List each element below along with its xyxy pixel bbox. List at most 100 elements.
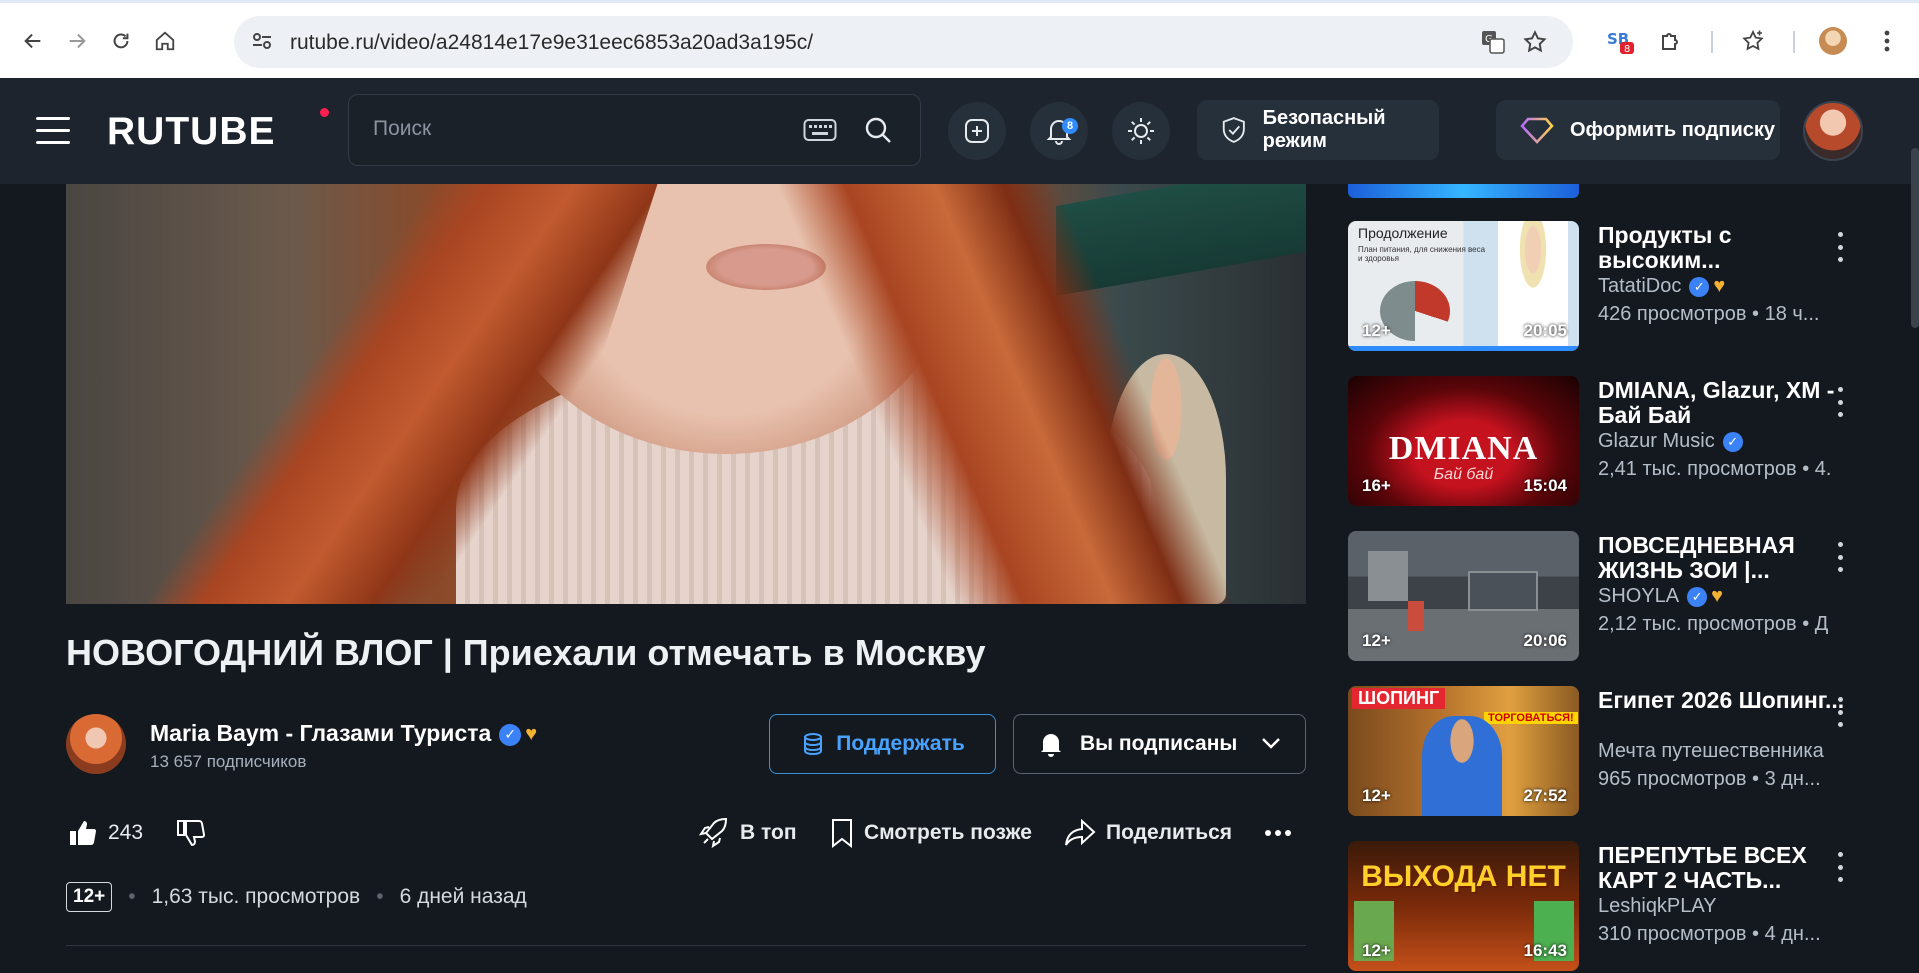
to-top-button[interactable]: В топ <box>698 816 797 850</box>
search-input[interactable] <box>373 117 773 141</box>
recommendation-item[interactable]: Продолжение План питания, для снижения в… <box>1348 221 1888 353</box>
video-player[interactable] <box>66 184 1306 604</box>
recommendation-channel[interactable]: Glazur Music ✓ <box>1598 430 1743 453</box>
recommendation-age: 12+ <box>1362 941 1391 960</box>
recommendation-title[interactable]: Продукты с высоким... <box>1598 223 1858 273</box>
profile-avatar-icon[interactable] <box>1818 26 1848 56</box>
more-actions-button[interactable] <box>1264 816 1302 850</box>
thumbnail-caption: Продолжение <box>1358 225 1448 241</box>
upload-button[interactable] <box>948 102 1006 160</box>
verified-icon: ✓ <box>499 723 522 746</box>
recommendation-channel[interactable]: TatatiDoc ✓ ♥ <box>1598 275 1725 298</box>
recommendation-stats: 2,41 тыс. просмотров • 4. <box>1598 458 1832 480</box>
recommendation-thumbnail[interactable]: 12+ 20:06 <box>1348 531 1579 661</box>
favorites-icon[interactable] <box>1738 26 1768 56</box>
user-avatar[interactable] <box>1803 101 1863 161</box>
watch-later-button[interactable]: Смотреть позже <box>830 816 1032 850</box>
recommendation-thumbnail[interactable]: DMIANA Бай бай 16+ 15:04 <box>1348 376 1579 506</box>
recommendation-item[interactable]: DMIANA Бай бай 16+ 15:04 DMIANA, Glazur,… <box>1348 376 1888 508</box>
verified-icon: ✓ <box>1722 431 1743 452</box>
watch-later-label: Смотреть позже <box>864 821 1032 844</box>
recommendation-item[interactable]: ШОПИНГ ТОРГОВАТЬСЯ! 12+ 27:52 Египет 202… <box>1348 686 1888 818</box>
theme-toggle-button[interactable] <box>1112 102 1170 160</box>
keyboard-icon[interactable] <box>803 115 837 150</box>
notifications-badge: 8 <box>1062 118 1078 134</box>
recommendation-channel-name: TatatiDoc <box>1598 275 1682 297</box>
chevron-down-icon <box>1262 738 1280 749</box>
like-button[interactable]: 243 <box>68 816 143 850</box>
reload-icon[interactable] <box>106 26 136 56</box>
bell-filled-icon <box>1041 734 1061 757</box>
recommendation-title[interactable]: Египет 2026 Шопинг... <box>1598 688 1858 738</box>
video-title: НОВОГОДНИЙ ВЛОГ | Приехали отмечать в Мо… <box>66 632 986 673</box>
channel-name[interactable]: Maria Baym - Глазами Туриста ✓ ♥ <box>150 720 537 747</box>
verified-icon: ✓ <box>1689 276 1710 297</box>
rutube-logo[interactable]: RUTUBE <box>107 110 276 154</box>
translate-icon[interactable]: G <box>1480 29 1506 55</box>
more-options-icon[interactable] <box>1832 697 1848 727</box>
toolbar-divider <box>1793 31 1795 53</box>
sun-icon <box>1128 118 1154 144</box>
extensions-puzzle-icon[interactable] <box>1656 26 1686 56</box>
recommendation-duration: 27:52 <box>1523 786 1567 805</box>
search-box <box>348 94 921 166</box>
forward-arrow-icon[interactable] <box>62 26 92 56</box>
recommendation-stats: 310 просмотров • 4 дн... <box>1598 923 1821 945</box>
share-button[interactable]: Поделиться <box>1064 816 1232 850</box>
meta-separator: • <box>376 885 384 908</box>
toolbar-divider <box>1711 31 1713 53</box>
thumbs-down-icon <box>177 819 205 847</box>
recommendation-thumbnail[interactable]: Продолжение План питания, для снижения в… <box>1348 221 1579 351</box>
recommendation-stats: 426 просмотров • 18 ч... <box>1598 303 1820 325</box>
more-options-icon[interactable] <box>1832 852 1848 882</box>
subscription-button[interactable]: Оформить подписку <box>1496 100 1780 160</box>
recommendation-channel[interactable]: LeshiqkPLAY <box>1598 895 1717 918</box>
more-options-icon[interactable] <box>1832 542 1848 572</box>
bookmark-icon <box>832 819 852 848</box>
hamburger-menu-icon[interactable] <box>36 117 70 145</box>
url-text[interactable]: rutube.ru/video/a24814e17e9e31eec6853a20… <box>290 31 813 55</box>
browser-menu-icon[interactable] <box>1872 26 1902 56</box>
safe-mode-button[interactable]: Безопасный режим <box>1197 100 1439 160</box>
recommendation-stats: 2,12 тыс. просмотров • Д <box>1598 613 1829 635</box>
recommendation-age: 16+ <box>1362 476 1391 495</box>
thumbnail-caption: ВЫХОДА НЕТ <box>1361 860 1566 893</box>
recommendation-title[interactable]: DMIANA, Glazur, XM - Бай Бай <box>1598 378 1858 428</box>
share-label: Поделиться <box>1106 821 1233 844</box>
recommendation-age: 12+ <box>1362 786 1391 805</box>
home-icon[interactable] <box>150 26 180 56</box>
support-button[interactable]: Поддержать <box>769 714 996 774</box>
recommendation-title[interactable]: ПОВСЕДНЕВНАЯ ЖИЗНЬ ЗОИ |... <box>1598 533 1858 583</box>
subscribed-button[interactable]: Вы подписаны <box>1013 714 1306 774</box>
recommendation-thumbnail-partial[interactable] <box>1348 184 1579 198</box>
bookmark-star-icon[interactable] <box>1522 29 1548 55</box>
recommendation-age: 12+ <box>1362 321 1391 340</box>
recommendation-channel-name: Glazur Music <box>1598 430 1715 452</box>
recommendation-channel[interactable]: SHOYLA ✓ ♥ <box>1598 585 1723 608</box>
share-arrow-icon <box>1065 819 1096 846</box>
recommendation-thumbnail[interactable]: ШОПИНГ ТОРГОВАТЬСЯ! 12+ 27:52 <box>1348 686 1579 816</box>
more-options-icon[interactable] <box>1832 232 1848 262</box>
recommendation-age: 12+ <box>1362 631 1391 650</box>
recommendation-item[interactable]: 12+ 20:06 ПОВСЕДНЕВНАЯ ЖИЗНЬ ЗОИ |... SH… <box>1348 531 1888 663</box>
thumbs-up-icon <box>70 821 97 846</box>
recommendation-thumbnail[interactable]: ВЫХОДА НЕТ 12+ 16:43 <box>1348 841 1579 971</box>
more-options-icon[interactable] <box>1832 387 1848 417</box>
address-bar[interactable]: rutube.ru/video/a24814e17e9e31eec6853a20… <box>234 16 1573 68</box>
extension-sb-icon[interactable]: SB 8 <box>1606 26 1636 56</box>
page-scrollbar[interactable] <box>1911 148 1919 328</box>
site-settings-icon[interactable] <box>250 29 276 55</box>
recommendation-title[interactable]: ПЕРЕПУТЬЕ ВСЕХ КАРТ 2 ЧАСТЬ... <box>1598 843 1858 893</box>
browser-toolbar: rutube.ru/video/a24814e17e9e31eec6853a20… <box>0 0 1919 78</box>
dislike-button[interactable] <box>176 816 216 850</box>
recommendation-item[interactable]: ВЫХОДА НЕТ 12+ 16:43 ПЕРЕПУТЬЕ ВСЕХ КАРТ… <box>1348 841 1888 973</box>
svg-text:8: 8 <box>1624 44 1630 55</box>
channel-avatar[interactable] <box>66 714 126 774</box>
back-arrow-icon[interactable] <box>18 26 48 56</box>
coins-icon <box>804 733 823 756</box>
notifications-button[interactable] <box>1030 102 1088 160</box>
recommendation-duration: 20:05 <box>1523 321 1567 340</box>
recommendation-channel[interactable]: Мечта путешественника <box>1598 740 1824 763</box>
view-count: 1,63 тыс. просмотров <box>151 885 361 908</box>
search-icon[interactable] <box>863 115 893 150</box>
